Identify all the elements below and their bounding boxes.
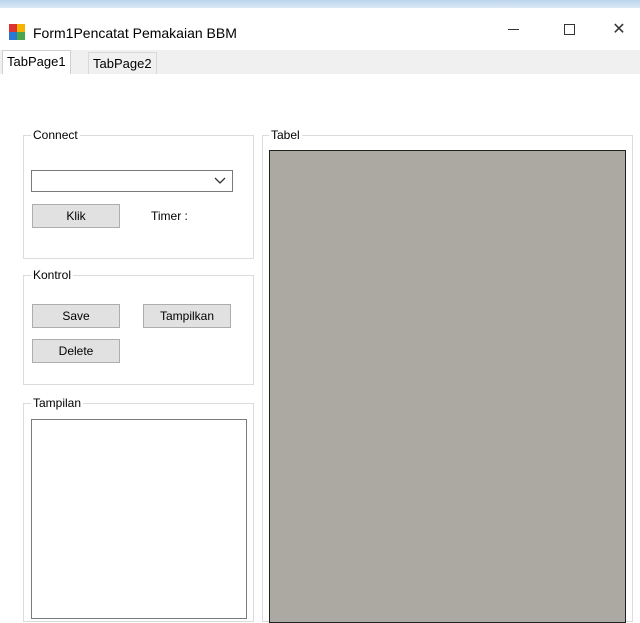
tabel-group-label: Tabel	[269, 128, 302, 142]
minimize-icon	[507, 28, 519, 30]
save-button[interactable]: Save	[32, 304, 120, 328]
tampilan-textbox[interactable]	[31, 419, 247, 619]
window-title: Form1Pencatat Pemakaian BBM	[33, 25, 237, 41]
maximize-icon	[563, 23, 575, 35]
close-icon: ✕	[612, 21, 626, 38]
maximize-button[interactable]	[546, 8, 592, 50]
tabel-group: Tabel	[262, 128, 633, 623]
connect-group-label: Connect	[31, 128, 80, 142]
chevron-down-icon	[214, 173, 226, 187]
tab-tabpage2[interactable]: TabPage2	[88, 52, 157, 74]
close-button[interactable]: ✕	[596, 8, 640, 50]
tampilan-group: Tampilan	[23, 396, 254, 622]
tab-content: Connect Klik Timer : Kontrol Save Tampil…	[0, 74, 640, 623]
connect-group: Connect Klik Timer :	[23, 128, 254, 259]
title-bar: Form1Pencatat Pemakaian BBM	[0, 8, 640, 50]
minimize-button[interactable]	[490, 8, 536, 50]
tab-tabpage1[interactable]: TabPage1	[2, 50, 71, 74]
klik-button[interactable]: Klik	[32, 204, 120, 228]
data-grid[interactable]	[269, 150, 626, 623]
kontrol-group-label: Kontrol	[31, 268, 74, 282]
timer-label: Timer :	[151, 209, 188, 223]
tampilan-group-label: Tampilan	[31, 396, 84, 410]
tampilkan-button[interactable]: Tampilkan	[143, 304, 231, 328]
port-combobox[interactable]	[31, 170, 233, 192]
delete-button[interactable]: Delete	[32, 339, 120, 363]
app-icon	[9, 24, 25, 40]
taskbar-strip	[0, 0, 640, 8]
kontrol-group: Kontrol Save Tampilkan Delete	[23, 268, 254, 385]
